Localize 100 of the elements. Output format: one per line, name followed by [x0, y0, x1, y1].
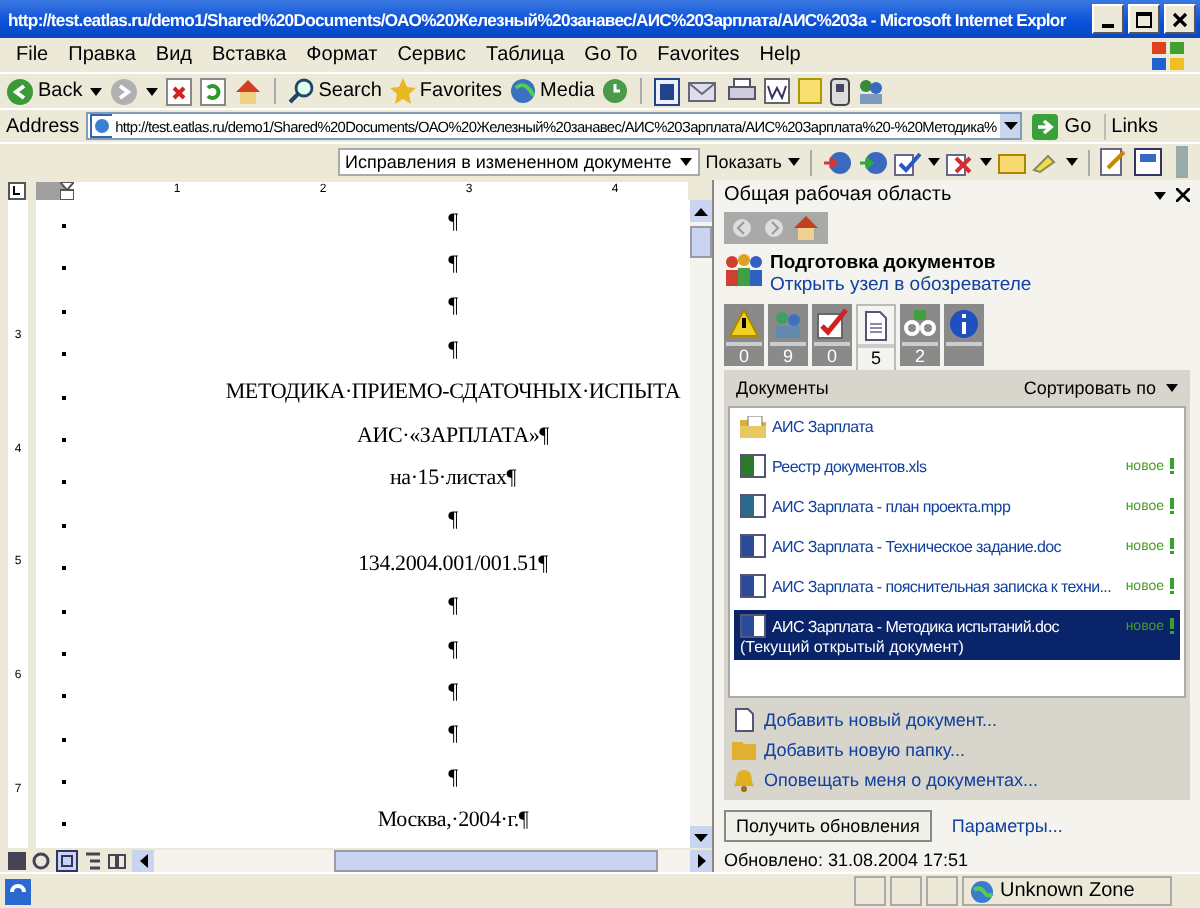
sort-menu-button[interactable]: Сортировать по	[1023, 378, 1178, 398]
page-icon	[89, 114, 112, 138]
web-view-icon[interactable]	[32, 851, 50, 869]
word-icon[interactable]	[764, 78, 791, 104]
menu-item[interactable]: Help	[749, 44, 811, 66]
dropdown-caret-icon[interactable]	[1066, 158, 1078, 166]
down-arrow-icon	[694, 833, 708, 841]
display-mode-dropdown[interactable]: Исправления в измененном документе	[337, 148, 700, 176]
file-icon	[740, 534, 766, 558]
menu-item[interactable]: Favorites	[647, 44, 750, 66]
paragraph-marker-icon	[62, 309, 66, 314]
stop-icon[interactable]	[166, 77, 193, 105]
site-name: Подготовка документов	[770, 252, 998, 274]
dropdown-caret-icon[interactable]	[146, 87, 159, 95]
scroll-thumb[interactable]	[334, 849, 658, 871]
windows-logo-icon	[1148, 40, 1188, 72]
list-title: Документы	[736, 378, 829, 398]
go-button[interactable]: Go	[1028, 113, 1106, 139]
indent-marker-icon[interactable]	[60, 181, 74, 199]
paragraph-text: ¶	[446, 337, 460, 362]
pane-tab[interactable]	[944, 304, 984, 366]
action-link[interactable]: Оповещать меня о документах...	[764, 769, 1039, 789]
open-site-link[interactable]: Открыть узел в обозревателе	[770, 274, 1032, 296]
horizontal-scrollbar[interactable]	[132, 849, 712, 871]
home-icon[interactable]	[234, 77, 263, 105]
print-icon[interactable]	[728, 78, 757, 104]
paragraph-text: МЕТОДИКА·ПРИЕМО-СДАТОЧНЫХ·ИСПЫТА	[223, 380, 683, 405]
reviewing-pane-icon[interactable]	[1134, 148, 1162, 176]
menu-item[interactable]: Вставка	[202, 44, 297, 66]
links-icon	[904, 308, 936, 340]
document-name: АИС Зарплата - план проекта.mpp	[772, 497, 1013, 515]
paragraph-marker-icon	[62, 352, 66, 357]
outline-view-icon[interactable]	[84, 851, 102, 869]
dropdown-button[interactable]	[1000, 114, 1021, 138]
menu-item[interactable]: Формат	[296, 44, 388, 66]
globe-icon	[510, 78, 537, 104]
accept-change-icon[interactable]	[894, 149, 922, 175]
menu-item[interactable]: Вид	[145, 44, 202, 66]
print-view-icon[interactable]	[56, 849, 78, 871]
history-icon[interactable]	[602, 78, 629, 104]
search-button[interactable]: Search	[288, 78, 382, 104]
tab-stop-icon[interactable]	[8, 181, 26, 199]
scroll-down-button[interactable]	[690, 826, 712, 848]
refresh-icon[interactable]	[200, 77, 227, 105]
scroll-up-button[interactable]	[690, 200, 712, 222]
reading-view-icon[interactable]	[108, 851, 126, 869]
security-zone: Unknown Zone	[962, 876, 1172, 906]
menu-item[interactable]: Go To	[574, 44, 648, 66]
scroll-right-button[interactable]	[690, 849, 712, 871]
action-link[interactable]: Добавить новую папку...	[764, 739, 965, 759]
phone-icon[interactable]	[830, 77, 851, 105]
back-button[interactable]: Back	[6, 77, 83, 105]
paragraph-marker-icon	[62, 780, 66, 785]
menu-item[interactable]: Правка	[58, 44, 146, 66]
paragraph-marker-icon	[62, 224, 66, 228]
menu-item[interactable]: Сервис	[387, 44, 476, 66]
caret-icon	[1003, 122, 1018, 130]
minimize-button[interactable]	[1092, 4, 1124, 34]
paragraph-text: ¶	[446, 637, 460, 662]
show-menu-button[interactable]: Показать	[705, 152, 800, 172]
paragraph-text: ¶	[446, 508, 460, 533]
scroll-thumb[interactable]	[690, 226, 712, 258]
get-updates-button[interactable]: Получить обновления	[724, 810, 932, 842]
mail-icon[interactable]	[688, 79, 721, 103]
track-changes-icon[interactable]	[1100, 148, 1128, 176]
home-icon[interactable]	[792, 214, 820, 242]
scroll-left-button[interactable]	[132, 849, 154, 871]
dropdown-caret-icon[interactable]	[980, 158, 992, 166]
dropdown-caret-icon[interactable]	[1154, 191, 1166, 199]
close-icon[interactable]	[1176, 188, 1190, 202]
action-link[interactable]: Добавить новый документ...	[764, 709, 998, 729]
close-button[interactable]	[1164, 4, 1196, 34]
menu-item[interactable]: File	[6, 44, 59, 66]
options-link[interactable]: Параметры...	[951, 816, 1063, 836]
toolbar-grip[interactable]	[1176, 146, 1188, 178]
new-document-icon	[732, 707, 756, 731]
pane-tab[interactable]: 5	[856, 304, 896, 370]
paragraph-marker-icon	[62, 480, 66, 485]
links-button[interactable]: Links	[1111, 115, 1194, 137]
info-icon	[948, 308, 980, 340]
maximize-button[interactable]	[1128, 4, 1160, 34]
normal-view-icon[interactable]	[8, 851, 26, 869]
reject-change-icon[interactable]	[946, 149, 974, 175]
tasks-icon	[816, 308, 848, 340]
folder-item[interactable]: АИС Зарплата	[734, 412, 1180, 442]
media-button[interactable]: Media	[510, 78, 595, 104]
menu-item[interactable]: Таблица	[475, 44, 575, 66]
document-name: Реестр документов.xls	[772, 457, 929, 475]
document-name: АИС Зарплата	[772, 418, 876, 436]
next-change-icon[interactable]	[858, 149, 888, 175]
document-name: АИС Зарплата - Техническое задание.doc	[772, 537, 1063, 555]
vertical-scrollbar[interactable]	[690, 200, 712, 848]
dropdown-caret-icon[interactable]	[928, 158, 940, 166]
address-label: Address	[6, 115, 80, 137]
paragraph-text: 134.2004.001/001.51¶	[356, 551, 550, 576]
dropdown-caret-icon[interactable]	[90, 87, 103, 95]
favorites-button[interactable]: Favorites	[389, 78, 503, 104]
caret-icon	[679, 158, 692, 166]
file-icon	[740, 574, 766, 598]
previous-change-icon[interactable]	[822, 149, 852, 175]
